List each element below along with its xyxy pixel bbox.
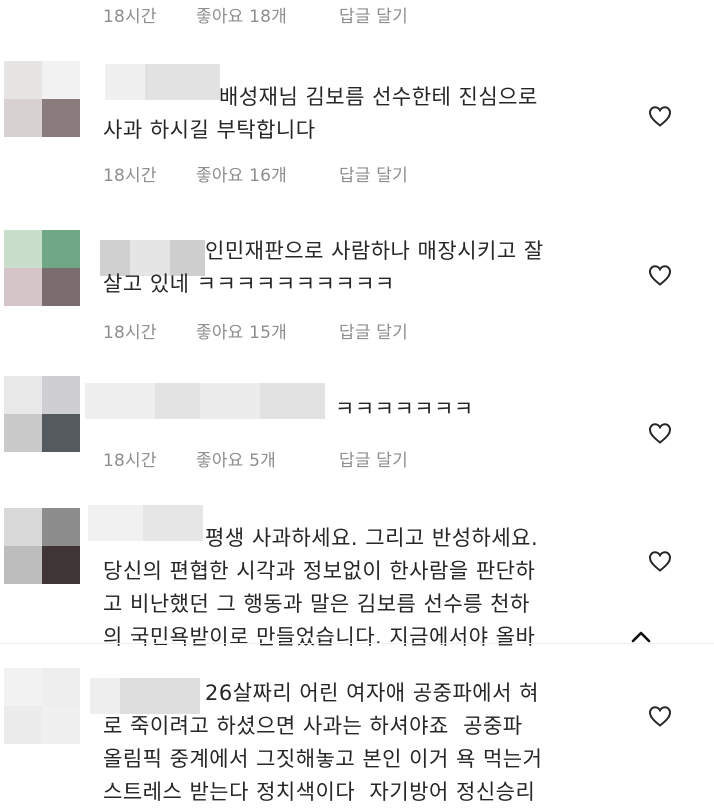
reply-button[interactable]: 답글 달기	[339, 446, 408, 471]
like-count-button[interactable]: 좋아요 15개	[196, 318, 339, 343]
comment-line: 26살짜리 어린 여자애 공중파에서 혀	[205, 681, 539, 705]
comment-text: ㅋㅋㅋㅋㅋㅋㅋ	[335, 393, 474, 426]
comment-line: 당신의 편협한 시각과 정보없이 한사람을 판단하	[103, 559, 536, 583]
comment-line: 의 국민욕받이로 만들었습니다. 지금에서야 올바	[103, 625, 536, 649]
comment-time: 18시간	[103, 7, 157, 27]
comment-line: 스트레스 받는다 정치색이다 자기방어 정신승리	[103, 780, 536, 804]
avatar[interactable]	[4, 61, 80, 137]
comment-line: 살고 있네 ㅋㅋㅋㅋㅋㅋㅋㅋㅋㅋ	[103, 272, 395, 296]
comment-line: 인민재판으로 사람하나 매장시키고 잘	[205, 239, 544, 263]
comment-line: 올림픽 중계에서 그짓해놓고 본인 이거 욕 먹는거	[103, 747, 543, 771]
comment-meta: 18시간 좋아요 15개 답글 달기	[103, 318, 408, 343]
divider	[0, 643, 714, 644]
like-count-button[interactable]: 좋아요 16개	[196, 161, 339, 186]
comment-text: 인민재판으로 사람하나 매장시키고 잘 살고 있네 ㅋㅋㅋㅋㅋㅋㅋㅋㅋㅋ	[103, 235, 544, 301]
reply-button[interactable]: 답글 달기	[339, 161, 408, 186]
heart-outline-icon[interactable]	[648, 422, 672, 444]
comment-meta: 18시간 좋아요 16개 답글 달기	[103, 161, 408, 186]
heart-outline-icon[interactable]	[648, 264, 672, 286]
comment-line: 사과 하시길 부탁합니다	[103, 118, 316, 142]
comment-line: 평생 사과하세요. 그리고 반성하세요.	[205, 526, 539, 550]
heart-outline-icon[interactable]	[648, 705, 672, 727]
like-count-button[interactable]: 좋아요 18개	[196, 2, 339, 27]
avatar[interactable]	[4, 508, 80, 584]
avatar[interactable]	[4, 668, 80, 744]
comment-text: 평생 사과하세요. 그리고 반성하세요. 당신의 편협한 시각과 정보없이 한사…	[103, 522, 538, 654]
reply-button[interactable]: 답글 달기	[339, 2, 408, 27]
chevron-up-icon[interactable]	[630, 628, 652, 644]
comment-line: ㅋㅋㅋㅋㅋㅋㅋ	[335, 397, 474, 421]
avatar[interactable]	[4, 376, 80, 452]
comment-time: 18시간	[103, 323, 157, 343]
comment-time: 18시간	[103, 451, 157, 471]
username-blurred[interactable]	[85, 383, 325, 419]
comment-time: 18시간	[103, 166, 157, 186]
comment-line: 고 비난했던 그 행동과 말은 김보름 선수릉 천하	[103, 592, 530, 616]
heart-outline-icon[interactable]	[648, 105, 672, 127]
reply-button[interactable]: 답글 달기	[339, 318, 408, 343]
comment-meta: 18시간 좋아요 5개 답글 달기	[103, 446, 408, 471]
heart-outline-icon[interactable]	[648, 550, 672, 572]
avatar[interactable]	[4, 230, 80, 306]
comment-line: 배성재님 김보름 선수한테 진심으로	[219, 85, 538, 109]
like-count-button[interactable]: 좋아요 5개	[196, 446, 339, 471]
comment-line: 로 죽이려고 하셨으면 사과는 하셔야죠 공중파	[103, 714, 523, 738]
comment-text: 26살짜리 어린 여자애 공중파에서 혀 로 죽이려고 하셨으면 사과는 하셔야…	[103, 677, 542, 809]
comment-text: 배성재님 김보름 선수한테 진심으로 사과 하시길 부탁합니다	[103, 81, 538, 147]
comment-meta-top: 18시간 좋아요 18개 답글 달기	[103, 2, 408, 27]
